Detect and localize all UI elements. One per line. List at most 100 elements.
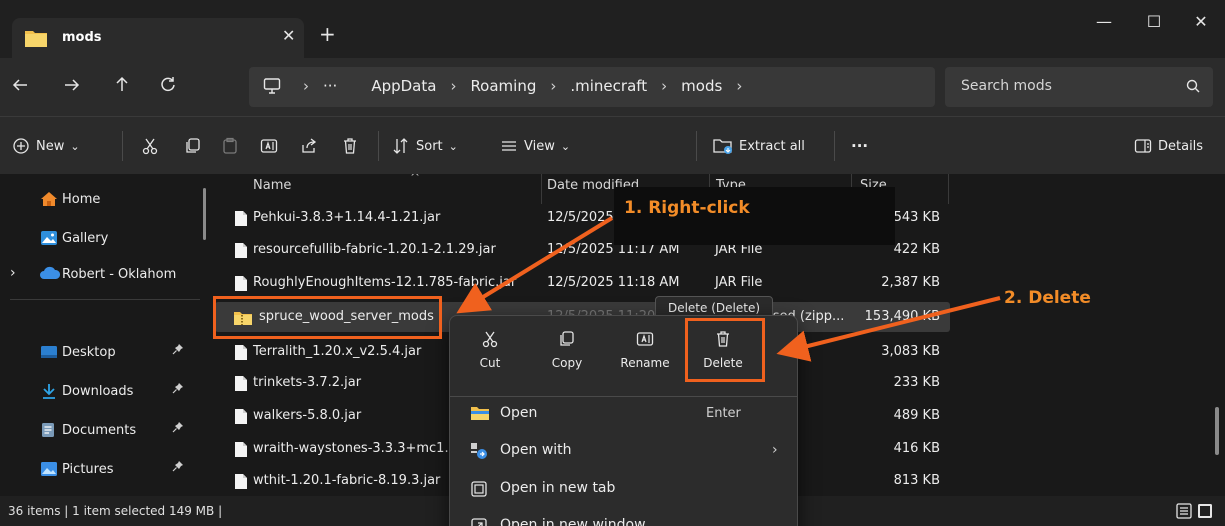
toolbar-delete-button[interactable] <box>341 131 359 161</box>
rename-icon <box>260 139 278 153</box>
breadcrumb-roaming[interactable]: Roaming <box>470 77 536 95</box>
title-bar: mods ✕ + — ☐ ✕ <box>0 0 1225 58</box>
context-open-new-tab[interactable]: Open in new tab <box>450 471 797 507</box>
sidebar-item-onedrive[interactable]: › Robert - Oklahom <box>0 259 205 289</box>
refresh-button[interactable] <box>152 75 184 99</box>
tab-mods[interactable]: mods ✕ <box>12 18 304 58</box>
column-header-name[interactable]: Name <box>253 178 291 193</box>
tab-close-button[interactable]: ✕ <box>282 26 295 45</box>
search-input[interactable]: Search mods <box>945 67 1213 107</box>
close-button[interactable]: ✕ <box>1181 8 1221 38</box>
up-button[interactable] <box>106 75 138 99</box>
rename-icon <box>636 332 654 346</box>
desktop-icon <box>40 344 58 364</box>
file-icon <box>234 242 248 263</box>
context-cut-button[interactable]: Cut <box>460 330 520 384</box>
pin-icon <box>172 382 184 397</box>
annotation-highlight-delete <box>685 318 765 382</box>
tiles-view-icon[interactable] <box>1197 503 1213 522</box>
search-placeholder: Search mods <box>961 78 1052 94</box>
copy-icon <box>186 138 200 153</box>
command-bar: New ⌄ Sort ⌄ View ⌄ Extract all ··· Deta <box>0 116 1225 174</box>
context-rename-button[interactable]: Rename <box>615 330 675 384</box>
file-row[interactable]: RoughlyEnoughItems-12.1.785-fabric.jar 1… <box>215 268 950 298</box>
breadcrumb-appdata[interactable]: AppData <box>371 77 436 95</box>
clipboard-icon <box>223 137 237 154</box>
context-copy-button[interactable]: Copy <box>537 330 597 384</box>
documents-icon <box>40 422 56 442</box>
chevron-down-icon: ⌄ <box>70 139 80 153</box>
file-icon <box>234 275 248 296</box>
file-icon <box>234 473 248 494</box>
computer-icon <box>263 77 281 99</box>
details-view-icon[interactable] <box>1176 503 1192 522</box>
breadcrumb-more[interactable]: ··· <box>323 77 337 95</box>
minimize-button[interactable]: — <box>1084 8 1124 38</box>
expand-chevron-icon[interactable]: › <box>10 265 16 281</box>
new-tab-button[interactable]: + <box>319 24 336 44</box>
trash-icon <box>344 138 356 154</box>
view-lines-icon <box>502 141 516 151</box>
address-field[interactable]: › ··· › AppData › Roaming › .minecraft ›… <box>249 67 935 107</box>
new-tab-icon <box>470 480 488 502</box>
pin-icon <box>172 460 184 475</box>
cut-button[interactable] <box>141 131 159 161</box>
status-text: 36 items | 1 item selected 149 MB | <box>8 504 223 518</box>
context-open-new-window[interactable]: Open in new window <box>450 508 797 526</box>
cut-icon <box>482 331 498 348</box>
details-button[interactable]: Details <box>1134 131 1203 161</box>
address-bar-row: › ··· › AppData › Roaming › .minecraft ›… <box>0 58 1225 116</box>
main-scrollbar[interactable] <box>1215 407 1219 455</box>
context-open[interactable]: Open Enter <box>450 396 797 432</box>
home-icon <box>40 191 58 211</box>
chevron-down-icon: ⌄ <box>448 139 458 153</box>
tab-title: mods <box>62 30 102 45</box>
navigation-pane: Home Gallery › Robert - Oklahom Desktop <box>0 174 206 496</box>
context-open-with[interactable]: Open with › <box>450 433 797 469</box>
pictures-icon <box>40 461 58 481</box>
sort-caret-icon: ^ <box>410 174 421 184</box>
sidebar-item-gallery[interactable]: Gallery <box>0 223 205 253</box>
see-more-button[interactable]: ··· <box>851 131 868 161</box>
extract-all-button[interactable]: Extract all <box>713 131 805 161</box>
sidebar-item-pictures[interactable]: Pictures <box>0 454 205 484</box>
open-with-icon <box>470 442 488 464</box>
refresh-icon <box>161 77 175 92</box>
annotation-step1: 1. Right-click <box>624 198 750 218</box>
sidebar-scrollbar[interactable] <box>203 188 206 240</box>
details-pane-icon <box>1134 139 1152 153</box>
breadcrumb-minecraft[interactable]: .minecraft <box>570 77 647 95</box>
view-button[interactable]: View ⌄ <box>500 131 570 161</box>
share-button[interactable] <box>300 131 318 161</box>
sort-button[interactable]: Sort ⌄ <box>392 131 458 161</box>
sidebar-item-documents[interactable]: Documents <box>0 415 205 445</box>
file-icon <box>234 375 248 396</box>
annotation-step1-panel: 1. Right-click <box>614 187 895 245</box>
back-arrow-icon <box>12 79 27 91</box>
paste-button[interactable] <box>221 131 239 161</box>
cloud-icon <box>40 266 61 284</box>
chevron-down-icon: ⌄ <box>560 139 571 153</box>
new-button[interactable]: New ⌄ <box>12 131 80 161</box>
share-icon <box>302 138 317 153</box>
back-button[interactable] <box>4 75 36 99</box>
plus-circle-icon <box>13 138 29 154</box>
rename-button[interactable] <box>260 131 278 161</box>
search-icon <box>1186 79 1200 97</box>
sidebar-item-downloads[interactable]: Downloads <box>0 376 205 406</box>
file-icon <box>234 344 248 365</box>
scissors-icon <box>142 138 158 155</box>
up-arrow-icon <box>116 76 128 91</box>
copy-button[interactable] <box>184 131 202 161</box>
downloads-icon <box>40 383 58 403</box>
sidebar-item-desktop[interactable]: Desktop <box>0 337 205 367</box>
maximize-button[interactable]: ☐ <box>1134 8 1174 38</box>
sidebar-item-home[interactable]: Home <box>0 184 205 214</box>
breadcrumb-mods[interactable]: mods <box>681 77 722 95</box>
copy-icon <box>560 331 574 346</box>
folder-icon <box>24 28 48 52</box>
file-icon <box>234 441 248 462</box>
forward-button[interactable] <box>56 75 88 99</box>
forward-arrow-icon <box>65 79 80 91</box>
new-window-icon <box>470 517 488 526</box>
